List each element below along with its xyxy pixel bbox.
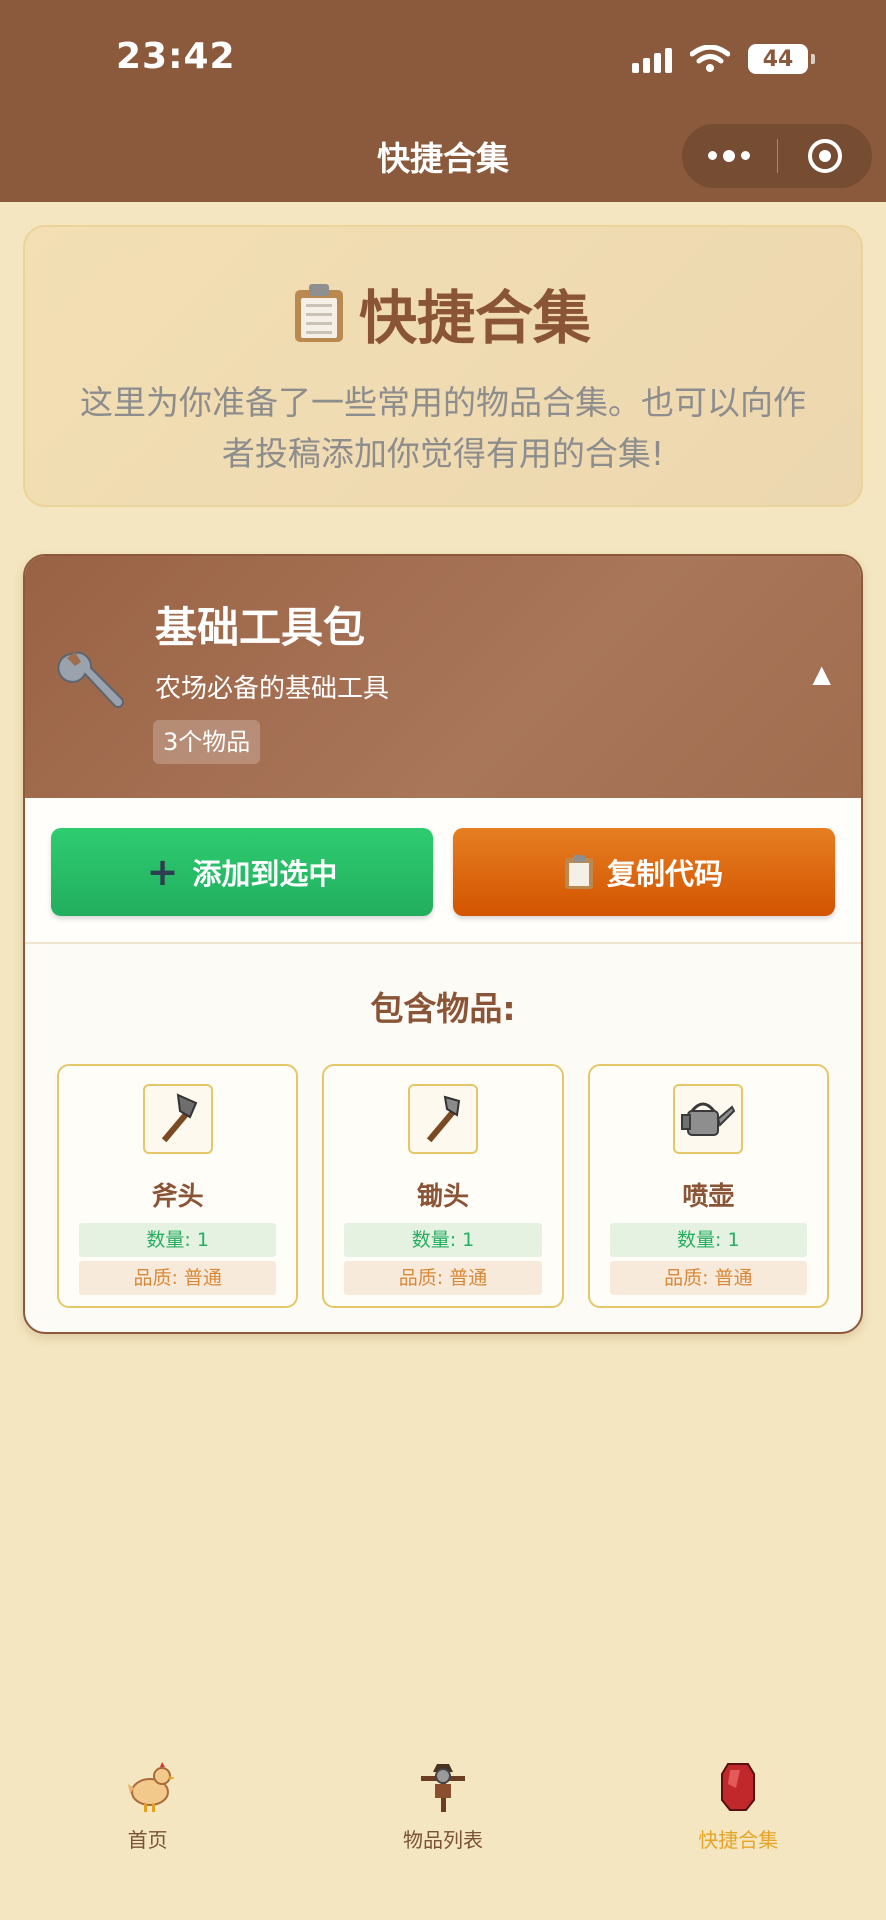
close-target-icon[interactable]	[778, 139, 873, 173]
contents-section: 包含物品: 斧头 数量: 1 品质: 普通 锄头 数量: 1 品质: 普通 喷壶…	[25, 944, 861, 1308]
collapse-arrow-icon[interactable]: ▲	[813, 660, 831, 688]
tab-label: 快捷合集	[698, 1828, 779, 1852]
item-card: 喷壶 数量: 1 品质: 普通	[587, 1064, 829, 1308]
signal-icon	[632, 45, 672, 73]
add-to-selected-button[interactable]: + 添加到选中	[51, 828, 433, 916]
clipboard-icon	[294, 284, 343, 342]
chicken-icon	[127, 1762, 175, 1812]
tab-home[interactable]: 首页	[0, 1740, 295, 1860]
item-quantity: 数量: 1	[609, 1223, 807, 1257]
watering-can-icon	[673, 1084, 744, 1154]
collection-card: 基础工具包 农场必备的基础工具 3个物品 ▲ + 添加到选中 复制代码 包含物品…	[23, 554, 863, 1334]
contents-title: 包含物品:	[370, 989, 516, 1028]
red-gem-icon	[721, 1763, 756, 1811]
add-button-label: 添加到选中	[192, 857, 338, 891]
item-name: 锄头	[416, 1182, 469, 1212]
item-name: 斧头	[151, 1182, 204, 1212]
tab-item-list[interactable]: 物品列表	[295, 1740, 590, 1860]
axe-icon	[142, 1084, 213, 1154]
wifi-icon	[690, 45, 730, 72]
battery-icon: 44	[748, 44, 815, 74]
collection-name: 基础工具包	[155, 603, 366, 652]
status-indicators: 44	[632, 44, 815, 74]
item-quality: 品质: 普通	[79, 1261, 277, 1295]
intro-card: 快捷合集 这里为你准备了一些常用的物品合集。也可以向作者投稿添加你觉得有用的合集…	[23, 225, 863, 507]
tab-label: 物品列表	[402, 1828, 483, 1852]
action-row: + 添加到选中 复制代码	[25, 798, 861, 944]
plus-icon: +	[146, 850, 179, 894]
item-name: 喷壶	[682, 1182, 735, 1212]
top-bar: 23:42 44 快捷合集	[0, 0, 886, 202]
bottom-tab-bar: 首页 物品列表 快捷合集	[0, 1740, 886, 1860]
wrench-icon	[57, 651, 124, 708]
copy-button-label: 复制代码	[606, 857, 723, 891]
item-quantity: 数量: 1	[79, 1223, 277, 1257]
more-icon[interactable]	[682, 149, 777, 162]
item-card: 锄头 数量: 1 品质: 普通	[322, 1064, 564, 1308]
item-quality: 品质: 普通	[344, 1261, 542, 1295]
collection-description: 农场必备的基础工具	[155, 674, 390, 704]
hoe-icon	[407, 1084, 478, 1154]
copy-code-button[interactable]: 复制代码	[453, 828, 835, 916]
scarecrow-icon	[420, 1764, 465, 1812]
tab-quick-collection[interactable]: 快捷合集	[591, 1740, 886, 1860]
tab-label: 首页	[127, 1828, 168, 1852]
item-grid: 斧头 数量: 1 品质: 普通 锄头 数量: 1 品质: 普通 喷壶 数量: 1…	[25, 1030, 861, 1308]
item-quantity: 数量: 1	[344, 1223, 542, 1257]
item-count-badge: 3个物品	[153, 720, 261, 764]
intro-heading: 快捷合集	[25, 271, 861, 355]
intro-description: 这里为你准备了一些常用的物品合集。也可以向作者投稿添加你觉得有用的合集!	[80, 383, 806, 473]
item-quality: 品质: 普通	[609, 1261, 807, 1295]
clipboard-icon	[564, 855, 593, 889]
status-time: 23:42	[116, 36, 236, 77]
collection-header[interactable]: 基础工具包 农场必备的基础工具 3个物品 ▲	[25, 556, 861, 798]
intro-title: 快捷合集	[358, 284, 591, 352]
item-card: 斧头 数量: 1 品质: 普通	[57, 1064, 299, 1308]
mini-program-capsule	[682, 124, 872, 188]
